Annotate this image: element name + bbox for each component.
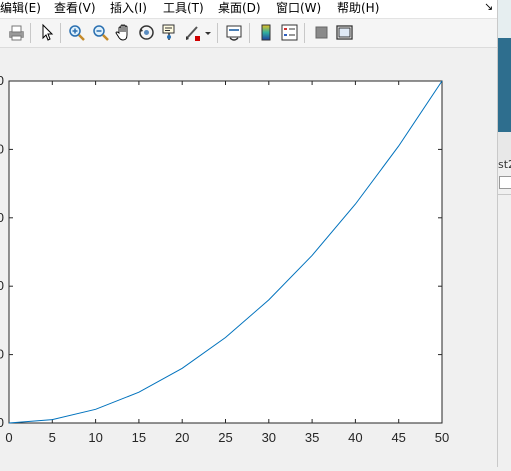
zoom-out-icon[interactable]	[91, 23, 110, 42]
colorbar-icon[interactable]	[257, 23, 276, 42]
legend-icon[interactable]	[280, 23, 299, 42]
x-tick-label: 20	[175, 430, 189, 445]
y-tick-label: 500	[0, 347, 4, 362]
x-tick-label: 35	[305, 430, 319, 445]
zoom-in-icon[interactable]	[67, 23, 86, 42]
x-tick-label: 25	[218, 430, 232, 445]
x-tick-label: 5	[49, 430, 56, 445]
plot-axes-box	[8, 80, 443, 424]
x-tick-label: 40	[348, 430, 362, 445]
link-plot-icon[interactable]	[225, 23, 244, 42]
x-tick-label: 10	[88, 430, 102, 445]
pan-icon[interactable]	[114, 23, 133, 42]
toolbar-separator	[249, 23, 250, 43]
x-tick-label: 15	[132, 430, 146, 445]
data-cursor-icon[interactable]	[160, 23, 179, 42]
figure-canvas: 0510152025303540455005001000150020002500	[0, 48, 497, 467]
show-plot-tools-icon[interactable]	[335, 23, 354, 42]
y-tick-label: 2500	[0, 73, 4, 88]
toolbar-separator	[217, 23, 218, 43]
line-chart[interactable]: 0510152025303540455005001000150020002500	[0, 48, 497, 467]
rotate-3d-icon[interactable]	[137, 23, 156, 42]
menu-desktop[interactable]: 桌面(D)	[218, 1, 261, 16]
x-tick-label: 45	[391, 430, 405, 445]
close-icon[interactable]	[499, 176, 511, 189]
x-tick-label: 30	[262, 430, 276, 445]
y-tick-label: 1000	[0, 278, 4, 293]
figure-toolbar	[0, 19, 497, 48]
hide-plot-tools-icon[interactable]	[312, 23, 331, 42]
x-tick-label: 0	[5, 430, 12, 445]
menu-tools[interactable]: 工具(T)	[163, 1, 204, 16]
background-window-panel	[498, 38, 511, 132]
toolbar-separator	[60, 23, 61, 43]
menu-view[interactable]: 查看(V)	[54, 1, 96, 16]
toolbar-separator	[304, 23, 305, 43]
background-window-tab-label[interactable]: st2	[498, 158, 511, 171]
menu-edit[interactable]: 编辑(E)	[0, 1, 41, 16]
y-tick-label: 2000	[0, 141, 4, 156]
divider	[498, 194, 511, 195]
background-window-edge: st2	[497, 0, 511, 467]
pointer-icon[interactable]	[37, 23, 56, 42]
background-window-titlebar	[498, 0, 511, 38]
menu-overflow-arrow[interactable]: ↘	[484, 0, 493, 13]
x-tick-label: 50	[435, 430, 449, 445]
y-tick-label: 1500	[0, 210, 4, 225]
menu-bar: 编辑(E) 查看(V) 插入(I) 工具(T) 桌面(D) 窗口(W) 帮助(H…	[0, 0, 497, 19]
menu-help[interactable]: 帮助(H)	[337, 1, 379, 16]
brush-icon[interactable]	[183, 23, 202, 42]
toolbar-separator	[30, 23, 31, 43]
print-icon[interactable]	[7, 23, 26, 42]
y-tick-label: 0	[0, 415, 4, 430]
menu-window[interactable]: 窗口(W)	[276, 1, 321, 16]
menu-insert[interactable]: 插入(I)	[110, 1, 147, 16]
dropdown-icon[interactable]	[203, 23, 213, 42]
